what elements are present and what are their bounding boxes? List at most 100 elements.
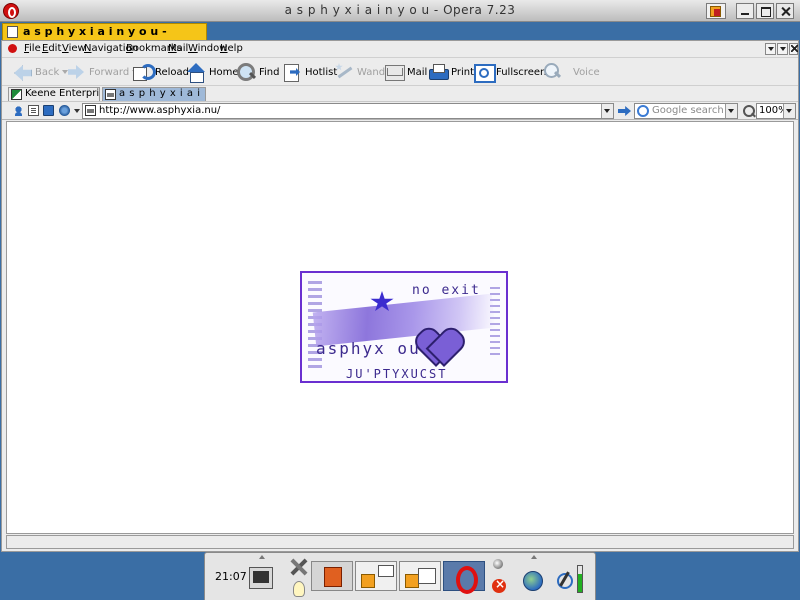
globe-icon[interactable] — [523, 571, 543, 591]
printer-icon — [428, 62, 449, 82]
document-tab[interactable]: a s p h y x i a i n y o u - Opera 7.23 — [2, 23, 207, 54]
menu-help[interactable]: Help — [220, 43, 243, 54]
search-engine-dropdown-icon[interactable] — [725, 104, 737, 118]
document-tab-bar: a s p h y x i a i n y o u - Opera 7.23 — [0, 22, 800, 54]
workspace-2-button[interactable] — [355, 561, 397, 591]
home-icon — [186, 62, 206, 83]
reload-icon — [132, 62, 156, 82]
back-label: Back — [35, 66, 60, 78]
forward-arrow-icon — [66, 62, 86, 82]
page-info-icon[interactable] — [28, 105, 39, 116]
stamp-text-bottom: JU'PTYXUCST — [346, 367, 448, 381]
network-globe-icon[interactable] — [59, 105, 70, 116]
battery-meter-icon — [577, 565, 583, 593]
panel-toggle-icon[interactable] — [43, 105, 54, 116]
main-toolbar: Back Forward Reload Home Find Hotlist Wa… — [2, 58, 798, 86]
reload-button[interactable]: Reload — [132, 60, 189, 84]
logout-icon[interactable] — [492, 577, 506, 593]
print-label: Print — [451, 66, 475, 78]
monitor-icon[interactable] — [249, 567, 273, 589]
asphyxia-stamp-image[interactable]: no exit asphyx ou JU'PTYXUCST — [300, 271, 508, 383]
url-input[interactable]: http://www.asphyxia.nu/ — [82, 103, 614, 119]
zoom-select[interactable]: 100% — [756, 103, 796, 119]
fullscreen-label: Fullscreen — [496, 66, 547, 78]
desktop-panel: 21:07 — [204, 552, 596, 600]
home-button[interactable]: Home — [186, 60, 239, 84]
tab-asphyxiainyou[interactable]: a s p h y x i a i n y ... — [102, 87, 206, 101]
voice-label: Voice — [573, 66, 600, 78]
status-bar — [6, 535, 794, 549]
tab-keene-enterprises[interactable]: Keene Enterprises — [8, 87, 100, 101]
heart-icon — [418, 331, 458, 363]
menu-close-button[interactable] — [789, 43, 798, 55]
lightbulb-icon[interactable] — [293, 581, 305, 597]
forward-button[interactable]: Forward — [66, 60, 139, 84]
reload-label: Reload — [155, 66, 190, 78]
voice-button[interactable]: Voice — [542, 60, 600, 84]
find-button[interactable]: Find — [236, 60, 280, 84]
search-placeholder: Google search — [652, 105, 724, 116]
back-button[interactable]: Back — [12, 60, 69, 84]
panel-expand-icon[interactable] — [259, 555, 265, 559]
menu-bar: File Edit View Navigation Bookmarks Mail… — [2, 41, 798, 58]
document-icon — [7, 26, 18, 38]
window-titlebar[interactable]: a s p h y x i a i n y o u - Opera 7.23 — [0, 0, 800, 22]
opera-task-button[interactable] — [443, 561, 485, 594]
zoom-dropdown-icon[interactable] — [783, 104, 795, 118]
tab-label: Keene Enterprises — [25, 88, 100, 99]
print-button[interactable]: Print — [428, 60, 474, 84]
user-mode-icon[interactable] — [13, 105, 24, 116]
window-title: a s p h y x i a i n y o u - Opera 7.23 — [284, 3, 516, 17]
mail-envelope-icon — [384, 62, 405, 82]
minimize-button[interactable] — [736, 3, 754, 19]
hotlist-button[interactable]: Hotlist — [282, 60, 337, 84]
url-text: http://www.asphyxia.nu/ — [99, 105, 221, 116]
wand-label: Wand — [357, 66, 386, 78]
wand-button[interactable]: Wand — [334, 60, 385, 84]
home-label: Home — [209, 66, 239, 78]
go-arrow-icon[interactable] — [618, 104, 632, 118]
workspace-3-button[interactable] — [399, 561, 441, 591]
url-history-dropdown-icon[interactable] — [601, 104, 613, 118]
clock[interactable]: 21:07 — [215, 570, 247, 583]
google-search-icon — [637, 105, 649, 117]
mail-label: Mail — [407, 66, 428, 78]
fullscreen-button[interactable]: Fullscreen — [473, 60, 546, 84]
hotlist-icon — [282, 62, 302, 82]
wand-icon — [334, 62, 354, 82]
window-menu-icon[interactable] — [706, 3, 726, 19]
page-tab-bar: Keene Enterprises a s p h y x i a i n y … — [2, 86, 798, 101]
stamp-text-middle: asphyx ou — [316, 339, 421, 358]
tab-label: a s p h y x i a i n y ... — [119, 88, 205, 99]
keene-favicon-icon — [11, 89, 22, 100]
close-button[interactable] — [776, 3, 794, 19]
fullscreen-icon — [473, 62, 496, 83]
menu-minimize-button[interactable] — [777, 43, 788, 55]
address-bar: http://www.asphyxia.nu/ Google search 10… — [2, 101, 798, 120]
opera-menu-icon[interactable] — [8, 44, 17, 53]
menu-edit[interactable]: Edit — [42, 43, 61, 54]
panel-expand-icon[interactable] — [531, 555, 537, 559]
menu-restore-button[interactable] — [765, 43, 776, 55]
maximize-button[interactable] — [756, 3, 774, 19]
identify-as-dropdown-icon[interactable] — [74, 109, 80, 113]
back-arrow-icon — [12, 62, 32, 82]
menu-file[interactable]: File — [24, 43, 41, 54]
menu-mail[interactable]: Mail — [168, 43, 188, 54]
find-magnifier-icon — [236, 62, 256, 82]
hotlist-label: Hotlist — [305, 66, 338, 78]
ball-icon[interactable] — [493, 559, 503, 569]
browser-window: File Edit View Navigation Bookmarks Mail… — [1, 40, 799, 552]
zoom-magnifier-icon — [742, 104, 756, 118]
tools-icon[interactable] — [289, 557, 309, 577]
stamp-text-top: no exit — [412, 283, 481, 298]
mail-button[interactable]: Mail — [384, 60, 427, 84]
find-label: Find — [259, 66, 280, 78]
menu-view[interactable]: View — [62, 43, 86, 54]
asphyxia-favicon-icon — [105, 89, 116, 100]
page-content: no exit asphyx ou JU'PTYXUCST — [6, 121, 794, 534]
url-favicon-icon — [85, 105, 96, 116]
settings-tool-icon[interactable] — [555, 569, 573, 589]
workspace-1-button[interactable] — [311, 561, 353, 591]
search-input[interactable]: Google search — [634, 103, 738, 119]
